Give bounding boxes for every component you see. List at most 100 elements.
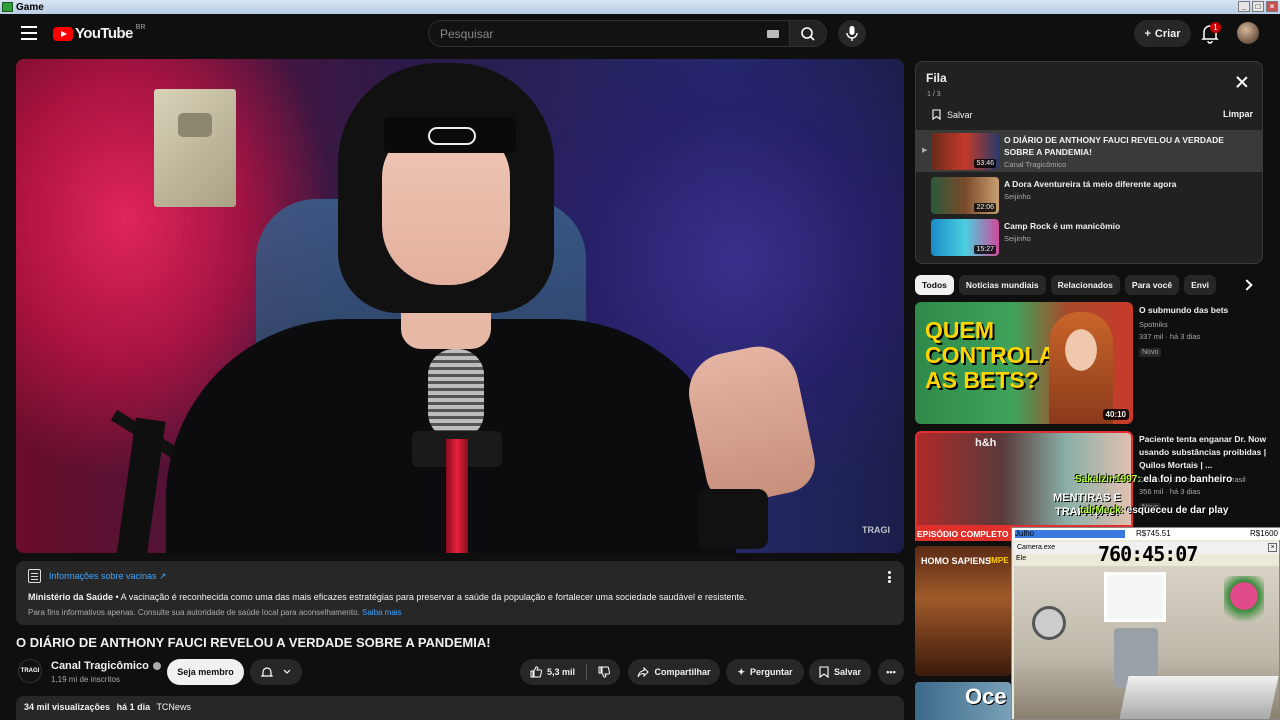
youtube-play-icon — [53, 26, 73, 41]
queue-duration: 22:06 — [974, 203, 996, 212]
channel-watermark: TRAGI — [862, 525, 890, 535]
video-title: O DIÁRIO DE ANTHONY FAUCI REVELOU A VERD… — [16, 635, 491, 650]
more-actions-button[interactable]: ••• — [878, 659, 904, 685]
queue-item-channel: Canal Tragicômico — [1004, 160, 1067, 169]
info-panel-text: • A vacinação é reconhecida como uma das… — [113, 592, 747, 602]
maximize-button[interactable]: □ — [1252, 1, 1264, 12]
youtube-logo[interactable]: YouTube BR — [53, 24, 145, 42]
microphone-stand — [446, 439, 468, 553]
thumbnail-text: HOMO SAPIENS — [921, 556, 992, 566]
goal-bar: Julho R$745.51 R$1600 — [1012, 528, 1280, 540]
stream-timer: 760:45:07 — [1098, 542, 1198, 566]
recommendation-title: Paciente tenta enganar Dr. Now usando su… — [1139, 434, 1267, 470]
keyboard-icon[interactable] — [767, 30, 779, 38]
search-placeholder: Pesquisar — [440, 26, 494, 41]
share-label: Compartilhar — [654, 667, 711, 677]
chat-text: ela foi no banheiro — [1140, 474, 1233, 485]
save-queue-label: Salvar — [947, 109, 973, 120]
goal-current: R$745.51 — [1136, 529, 1171, 538]
subscribed-button[interactable] — [250, 659, 302, 685]
description-box[interactable]: 34 mil visualizações há 1 dia TCNews — [16, 696, 904, 720]
goal-label: Julho — [1015, 529, 1035, 538]
chip-uploads[interactable]: Envi — [1184, 275, 1217, 295]
search-icon — [801, 27, 815, 41]
close-window-button[interactable]: × — [1266, 1, 1278, 12]
queue-position: 1 / 3 — [927, 91, 941, 98]
logo-wordmark: YouTube — [75, 25, 133, 42]
bell-icon — [261, 667, 273, 677]
queue-panel: Fila 1 / 3 Salvar Limpar ▶ 53:46 O DIÁRI… — [915, 61, 1263, 264]
chip-all[interactable]: Todos — [915, 275, 954, 295]
menu-icon[interactable] — [21, 26, 37, 40]
queue-item[interactable]: ▶ 53:46 O DIÁRIO DE ANTHONY FAUCI REVELO… — [916, 130, 1262, 172]
recommendation-thumbnail[interactable]: HOMO SAPIENS IMPE — [915, 546, 1011, 676]
more-options-icon[interactable] — [888, 571, 892, 583]
account-avatar[interactable] — [1237, 22, 1259, 44]
recommendation-channel: Spotniks — [1139, 320, 1168, 329]
dislike-icon[interactable] — [598, 666, 610, 678]
notification-badge: 1 — [1210, 22, 1221, 33]
queue-item-text: Camp Rock é um manicômio Seijinho — [1004, 220, 1254, 243]
queue-thumbnail: 53:46 — [931, 133, 999, 170]
channel-avatar[interactable]: TRAGI — [18, 659, 42, 683]
join-button[interactable]: Seja membro — [167, 659, 244, 685]
plus-icon: + — [1144, 27, 1151, 40]
chip-world-news[interactable]: Notícias mundiais — [958, 275, 1046, 295]
thumbnail-logo: h&h — [975, 437, 997, 449]
view-count: 34 mil visualizações — [24, 702, 111, 712]
health-info-panel: Informações sobre vacinas ↗ Ministério d… — [16, 561, 904, 625]
queue-item-title: Camp Rock é um manicômio — [1004, 221, 1121, 231]
share-button[interactable]: Compartilhar — [628, 659, 720, 685]
channel-name[interactable]: Canal Tragicômico — [51, 660, 161, 672]
recommendation-title: O submundo das bets — [1139, 305, 1229, 315]
like-divider — [586, 664, 587, 680]
queue-title: Fila — [926, 71, 947, 85]
chevron-right-icon[interactable] — [1242, 279, 1250, 291]
room-fan — [1032, 606, 1066, 640]
save-queue-button[interactable]: Salvar — [932, 109, 973, 120]
search-input[interactable]: Pesquisar — [428, 20, 789, 47]
search-button[interactable] — [789, 20, 827, 47]
queue-item-text: O DIÁRIO DE ANTHONY FAUCI REVELOU A VERD… — [1004, 134, 1254, 169]
save-button[interactable]: Salvar — [809, 659, 871, 685]
camera-feed — [1014, 566, 1279, 719]
minimize-button[interactable]: _ — [1238, 1, 1250, 12]
like-icon[interactable] — [530, 666, 542, 678]
room-flower — [1224, 576, 1264, 636]
info-panel-header[interactable]: Informações sobre vacinas ↗ — [28, 569, 892, 583]
recommendation-item[interactable]: QUEM CONTROLA AS BETS? 40:10 O submundo … — [915, 302, 1280, 426]
like-count[interactable]: 5,3 mil — [547, 667, 575, 677]
bookmark-icon — [819, 666, 829, 678]
video-player[interactable]: TRAGI — [16, 59, 904, 553]
recommendation-duration: 40:10 — [1102, 409, 1129, 420]
close-icon: × — [1268, 543, 1277, 552]
ask-button[interactable]: ✦ Perguntar — [726, 659, 804, 685]
learn-more-link[interactable]: Saiba mais — [362, 608, 402, 617]
create-button[interactable]: + Criar — [1134, 20, 1191, 47]
info-panel-title[interactable]: Informações sobre vacinas ↗ — [49, 571, 167, 582]
window-title: Game — [16, 1, 44, 13]
notifications-button[interactable]: 1 — [1200, 22, 1221, 44]
clear-queue-button[interactable]: Limpar — [1223, 109, 1253, 119]
queue-item[interactable]: 15:27 Camp Rock é um manicômio Seijinho — [916, 216, 1262, 258]
close-queue-icon[interactable] — [1236, 76, 1248, 88]
info-panel-source: Ministério da Saúde — [28, 592, 114, 602]
document-icon — [28, 569, 41, 583]
owner-row: TRAGI Canal Tragicômico 1,19 mi de inscr… — [16, 657, 904, 689]
channel-name-text[interactable]: Canal Tragicômico — [51, 660, 149, 672]
recommendation-meta: 356 mil · há 3 dias — [1139, 487, 1201, 496]
recommendation-thumbnail[interactable]: Oce — [915, 682, 1011, 720]
queue-item[interactable]: 22:06 A Dora Aventureira tá meio diferen… — [916, 174, 1262, 216]
chip-related[interactable]: Relacionados — [1050, 275, 1120, 295]
chevron-down-icon — [283, 669, 291, 674]
camera-label: Ele — [1016, 555, 1027, 562]
camera-window-name: Camera.exe — [1017, 544, 1056, 551]
chip-for-you[interactable]: Para você — [1124, 275, 1180, 295]
chat-message: talrMeck: esqueceu de dar play — [1080, 505, 1228, 516]
more-horizontal-icon: ••• — [886, 667, 896, 677]
queue-thumbnail: 22:06 — [931, 177, 999, 214]
video-tag[interactable]: TCNews — [156, 702, 191, 712]
subscriber-count: 1,19 mi de inscritos — [51, 675, 120, 684]
voice-search-button[interactable] — [838, 20, 866, 47]
chat-message: Sakalzin1997: ela foi no banheiro — [1075, 474, 1232, 485]
